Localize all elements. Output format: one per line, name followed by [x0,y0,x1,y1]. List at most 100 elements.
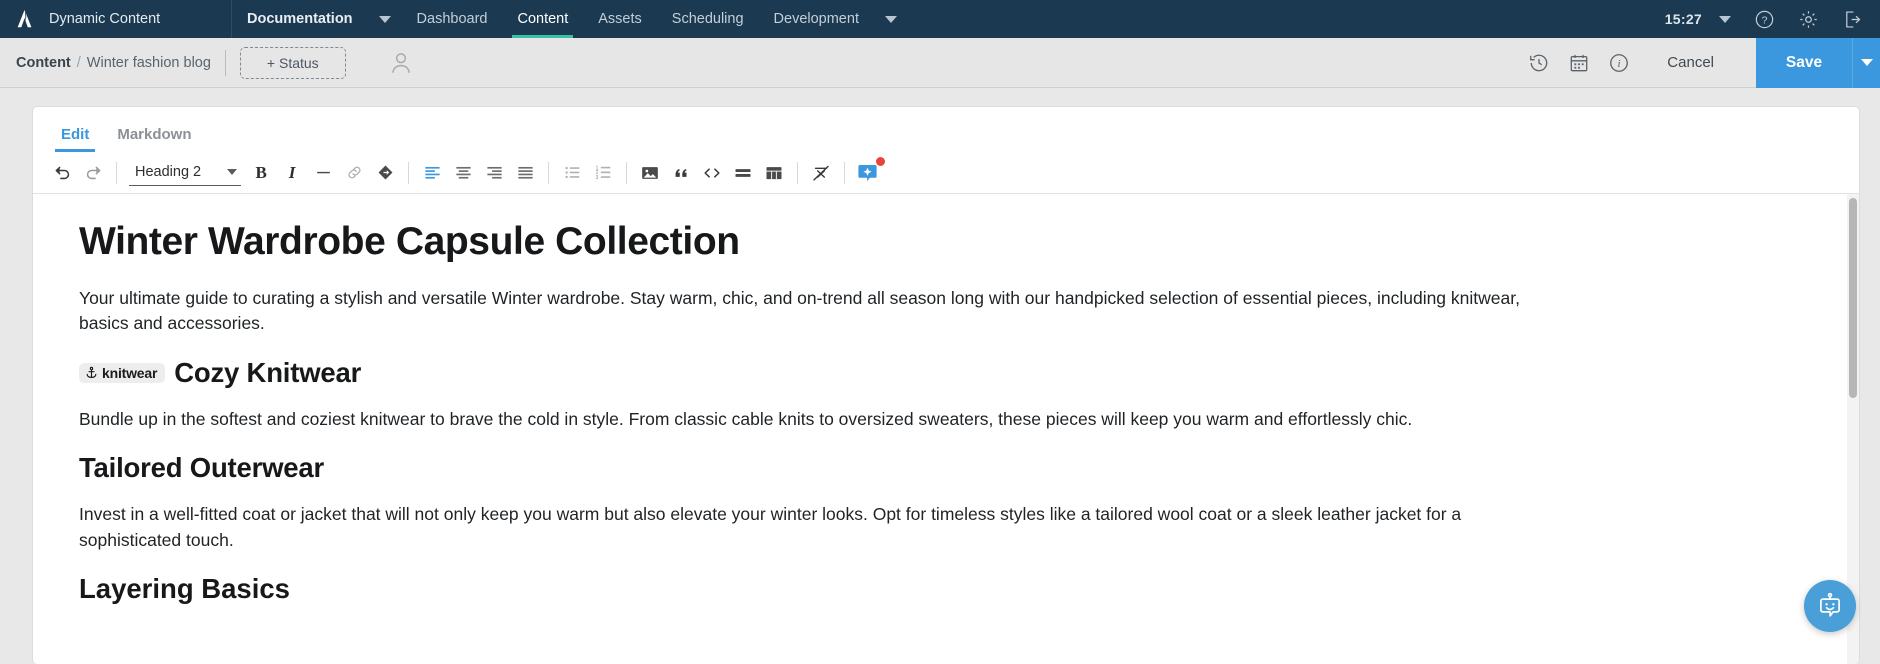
link-button[interactable] [339,158,369,188]
nav-item-label: Documentation [247,11,353,27]
nav-item-label: Assets [598,11,642,27]
robot-chat-icon [1820,592,1840,617]
document-heading-tailored-outerwear[interactable]: Tailored Outerwear [79,452,1809,484]
table-button[interactable] [759,158,789,188]
version-history-button[interactable] [1519,38,1559,88]
toolbar-divider [548,161,550,184]
nav-item-label: Content [517,11,569,27]
user-avatar-icon [391,52,410,73]
ai-assistant-button[interactable] [853,156,886,188]
block-quote-icon [675,169,687,177]
ai-notification-badge [876,156,886,166]
editor-panel: Edit Markdown Heading 2 B I 1 2 3 Winter… [32,106,1860,664]
code-button[interactable] [697,158,727,188]
block-style-select[interactable]: Heading 2 [129,159,242,186]
toolbar-divider [797,161,799,184]
cancel-button[interactable]: Cancel [1643,54,1738,71]
bulleted-list-icon [565,166,579,179]
help-button[interactable]: ? [1742,0,1786,38]
document-section1-paragraph[interactable]: Bundle up in the softest and coziest kni… [79,407,1539,433]
breadcrumb-divider [224,49,226,76]
horizontal-rule-button[interactable] [308,158,338,188]
align-center-icon [455,166,471,179]
chevron-down-icon [227,169,238,175]
nav-item-label: Dashboard [416,11,488,27]
sign-out-icon [1845,10,1860,28]
save-options-button[interactable] [1852,37,1880,88]
undo-button[interactable] [47,158,77,188]
nav-development-caret[interactable] [874,0,908,38]
insert-image-button[interactable] [635,158,665,188]
undo-arrow-icon [55,166,69,180]
brand-block[interactable]: Dynamic Content [0,0,232,38]
document-heading-layering-basics[interactable]: Layering Basics [79,573,1809,605]
clear-formatting-button[interactable] [806,158,836,188]
chevron-down-icon [378,15,391,23]
document-section2-paragraph[interactable]: Invest in a well-fitted coat or jacket t… [79,502,1539,553]
info-circle-icon: i [1610,53,1629,72]
align-right-button[interactable] [479,158,509,188]
nav-item-documentation[interactable]: Documentation [232,0,368,38]
anchor-tag-icon [378,165,393,180]
add-status-button[interactable]: + Status [239,46,346,79]
redo-arrow-icon [86,166,100,180]
align-left-button[interactable] [417,158,447,188]
clear-formatting-icon [813,165,829,181]
save-button[interactable]: Save [1756,37,1852,88]
nav-item-content[interactable]: Content [502,0,583,38]
content-block-icon [735,168,751,177]
nav-item-label: Development [773,11,859,27]
bold-label: B [255,162,267,182]
image-icon [642,166,658,179]
help-circle-icon: ? [1755,10,1773,28]
breadcrumb-separator: / [76,54,81,71]
document-title[interactable]: Winter Wardrobe Capsule Collection [79,220,1809,264]
horizontal-rule-icon [316,171,330,174]
breadcrumb-root[interactable]: Content [16,55,71,71]
avatar[interactable] [388,50,414,76]
content-block-button[interactable] [728,158,758,188]
nav-documentation-caret[interactable] [368,0,402,38]
tab-label: Edit [61,126,90,143]
italic-button[interactable]: I [277,158,307,188]
toolbar-divider [844,161,846,184]
tab-edit[interactable]: Edit [47,126,103,152]
work-area: Edit Markdown Heading 2 B I 1 2 3 Winter… [0,88,1880,664]
align-center-button[interactable] [448,158,478,188]
top-navigation-bar: Dynamic Content Documentation Dashboard … [0,0,1880,38]
nav-item-assets[interactable]: Assets [583,0,657,38]
tab-markdown[interactable]: Markdown [103,126,205,152]
amplience-logo-icon [14,8,36,30]
heading-text: Tailored Outerwear [79,452,324,484]
anchor-chip-label: knitwear [102,364,158,381]
gear-icon [1799,10,1817,28]
document-editor-body[interactable]: Winter Wardrobe Capsule Collection Your … [33,194,1859,664]
document-heading-cozy-knitwear[interactable]: knitwear Cozy Knitwear [79,357,1809,389]
bold-button[interactable]: B [246,158,276,188]
toolbar-divider [408,161,410,184]
nav-item-development[interactable]: Development [759,0,874,38]
brand-title: Dynamic Content [49,11,161,27]
settings-button[interactable] [1786,0,1830,38]
nav-item-dashboard[interactable]: Dashboard [402,0,503,38]
svg-text:?: ? [1761,14,1767,26]
tab-label: Markdown [117,126,192,143]
bulleted-list-button[interactable] [557,158,587,188]
sign-out-button[interactable] [1830,0,1874,38]
blockquote-button[interactable] [666,158,696,188]
align-justify-button[interactable] [510,158,540,188]
user-menu-caret[interactable] [1708,15,1742,23]
document-intro-paragraph[interactable]: Your ultimate guide to curating a stylis… [79,286,1539,337]
anchor-chip-knitwear[interactable]: knitwear [79,362,166,383]
nav-item-scheduling[interactable]: Scheduling [657,0,759,38]
redo-button[interactable] [78,158,108,188]
chevron-down-icon [884,15,897,23]
schedule-button[interactable] [1559,38,1599,88]
assistant-chat-button[interactable] [1804,580,1856,632]
calendar-icon [1570,54,1588,71]
numbered-list-button[interactable]: 1 2 3 [588,158,618,188]
editor-scrollbar-thumb[interactable] [1849,198,1857,398]
block-style-value: Heading 2 [135,164,202,180]
info-button[interactable]: i [1599,38,1639,88]
anchor-tag-button[interactable] [370,158,400,188]
